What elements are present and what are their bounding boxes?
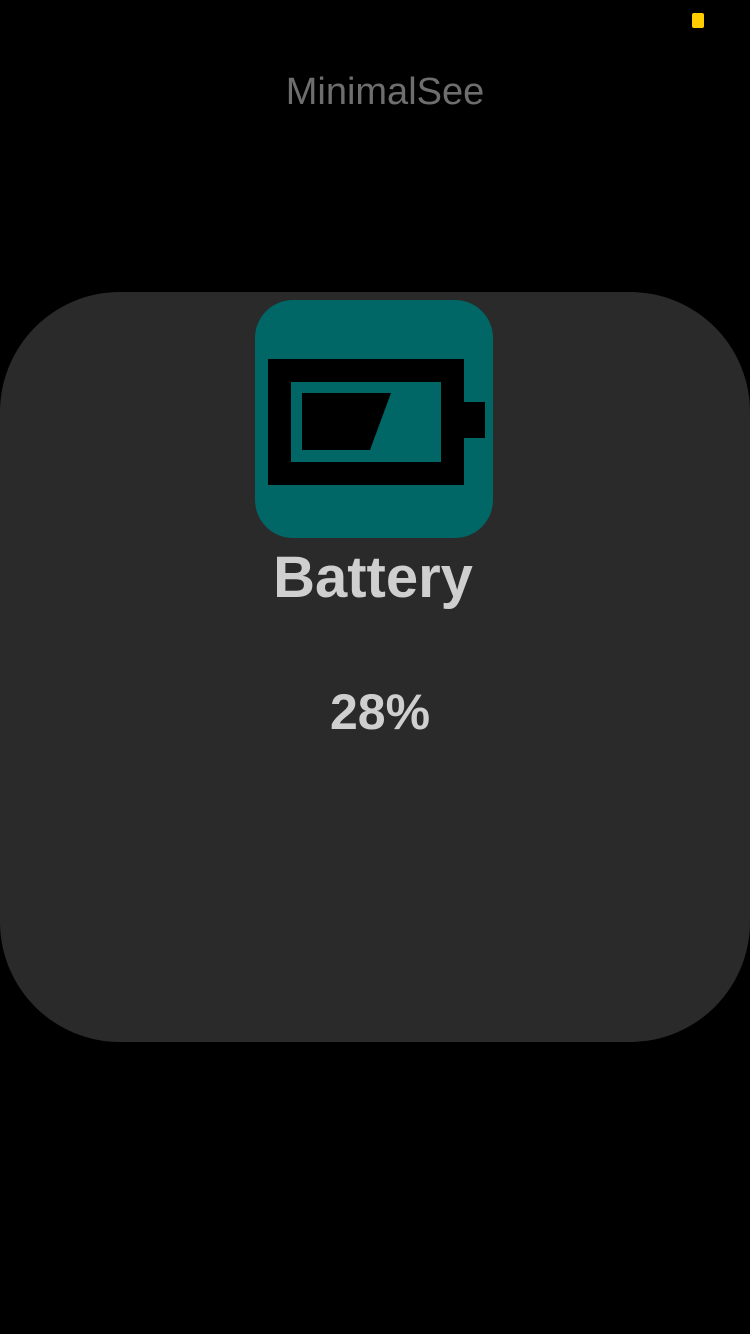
status-indicator (692, 13, 704, 28)
battery-card[interactable]: Battery 28% (0, 292, 750, 1042)
card-title: Battery (273, 545, 473, 610)
battery-icon-tile (255, 300, 493, 538)
battery-percentage: 28% (329, 684, 431, 740)
app-title: MinimalSee (285, 71, 485, 113)
battery-icon (268, 359, 485, 485)
